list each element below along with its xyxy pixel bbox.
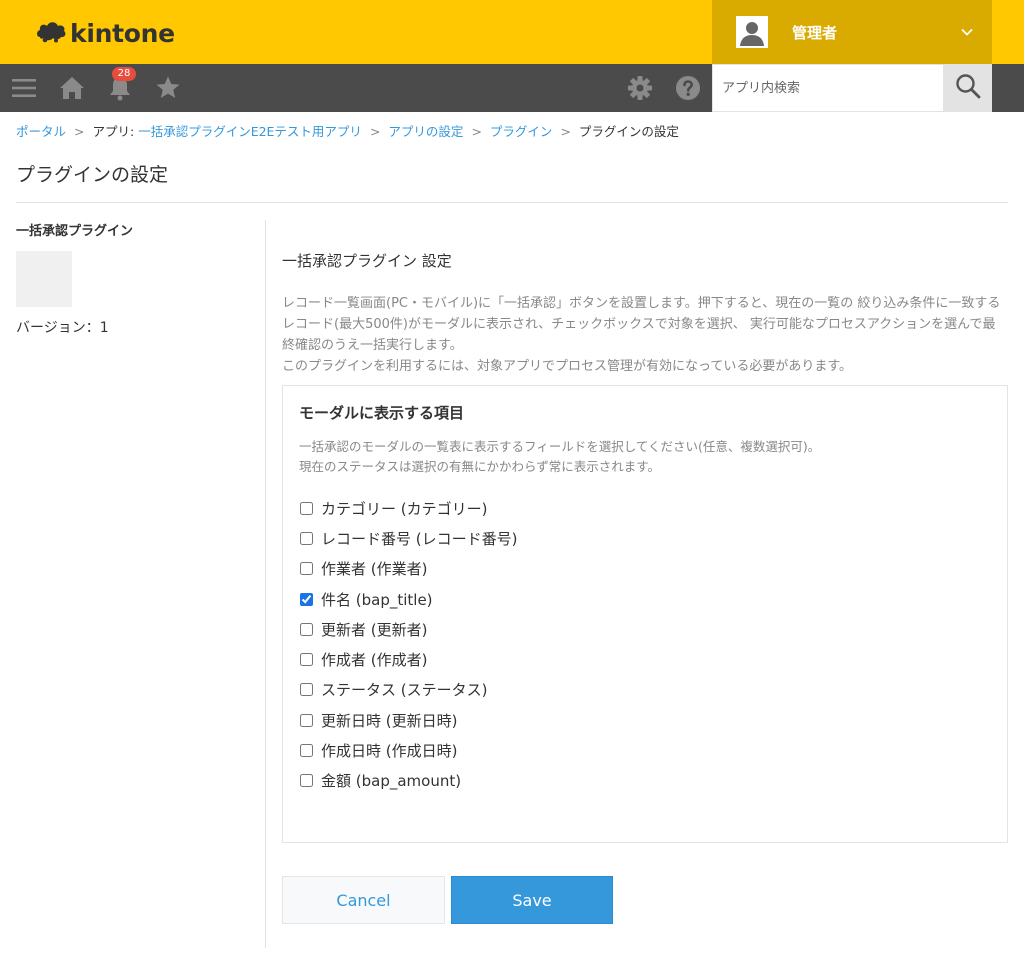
breadcrumb-separator: > [74,124,85,139]
field-label[interactable]: 作業者 (作業者) [321,558,427,579]
plugin-sidebar: 一括承認プラグイン バージョン：1 [16,220,256,337]
user-avatar-icon [736,16,768,48]
field-item: 金額 (bap_amount) [299,766,991,796]
action-buttons: Cancel Save [282,876,613,924]
field-item: レコード番号 (レコード番号) [299,523,991,553]
settings-description: レコード一覧画面(PC・モバイル)に「一括承認」ボタンを設置します。押下すると、… [282,293,1008,377]
search-button[interactable] [944,64,992,112]
save-button[interactable]: Save [451,876,613,924]
description-line: このプラグインを利用するには、対象アプリでプロセス管理が有効になっている必要があ… [282,359,853,374]
breadcrumb-separator: > [471,124,482,139]
menu-icon[interactable] [10,74,38,102]
field-item: 件名 (bap_title) [299,584,991,614]
field-checkbox[interactable] [300,501,313,515]
field-checkbox[interactable] [300,531,313,545]
field-item: 作業者 (作業者) [299,554,991,584]
panel-description: 一括承認のモーダルの一覧表に表示するフィールドを選択してください(任意、複数選択… [299,437,991,477]
field-checkbox[interactable] [300,653,313,667]
field-label[interactable]: 作成者 (作成者) [321,649,427,670]
field-checkbox[interactable] [300,592,313,606]
home-icon[interactable] [58,74,86,102]
field-item: 作成者 (作成者) [299,644,991,674]
header: kintone 管理者 [0,0,1024,64]
field-checkbox[interactable] [300,562,313,576]
sidebar-divider [265,220,266,948]
breadcrumb-separator: > [369,124,381,139]
panel-description-line: 一括承認のモーダルの一覧表に表示するフィールドを選択してください(任意、複数選択… [299,439,821,454]
cancel-button[interactable]: Cancel [282,876,445,924]
search-icon [955,73,981,103]
page-title: プラグインの設定 [16,164,169,186]
field-label[interactable]: 更新日時 (更新日時) [321,710,457,731]
field-label[interactable]: カテゴリー (カテゴリー) [321,498,487,519]
notification-badge: 28 [112,67,136,81]
field-label[interactable]: ステータス (ステータス) [321,679,487,700]
display-fields-panel: モーダルに表示する項目 一括承認のモーダルの一覧表に表示するフィールドを選択して… [282,385,1008,843]
gear-icon[interactable] [626,74,654,102]
field-checkbox[interactable] [300,683,313,697]
panel-description-line: 現在のステータスは選択の有無にかかわらず常に表示されます。 [299,459,661,474]
field-label[interactable]: 件名 (bap_title) [321,589,433,610]
field-item: 作成日時 (作成日時) [299,735,991,765]
logo-text: kintone [70,18,175,48]
breadcrumb-portal[interactable]: ポータル [16,124,66,139]
help-icon[interactable] [674,74,702,102]
kintone-logo-icon [36,18,66,48]
user-menu[interactable]: 管理者 [712,0,992,64]
title-divider [16,202,1008,203]
search-box [712,64,944,112]
chevron-down-icon [960,24,974,43]
field-checkbox-list: カテゴリー (カテゴリー) レコード番号 (レコード番号) 作業者 (作業者) … [299,493,991,796]
field-item: 更新者 (更新者) [299,614,991,644]
breadcrumb-current: プラグインの設定 [578,124,679,139]
user-name: 管理者 [792,24,838,42]
plugin-version: バージョン：1 [16,320,109,336]
field-item: カテゴリー (カテゴリー) [299,493,991,523]
breadcrumb-app-prefix: アプリ: [92,124,139,139]
field-label[interactable]: 更新者 (更新者) [321,619,427,640]
field-item: ステータス (ステータス) [299,675,991,705]
panel-title: モーダルに表示する項目 [299,404,465,422]
settings-title: 一括承認プラグイン 設定 [282,252,452,270]
description-line: レコード一覧画面(PC・モバイル)に「一括承認」ボタンを設置します。押下すると、… [282,296,1001,353]
field-item: 更新日時 (更新日時) [299,705,991,735]
search-input[interactable] [713,65,943,111]
breadcrumb-app-settings[interactable]: アプリの設定 [388,124,463,139]
field-checkbox[interactable] [300,713,313,727]
field-checkbox[interactable] [300,744,313,758]
field-label[interactable]: 作成日時 (作成日時) [321,740,457,761]
breadcrumb: ポータル > アプリ: 一括承認プラグインE2Eテスト用アプリ > アプリの設定 > プラグ… [16,121,679,140]
breadcrumb-plugins[interactable]: プラグイン [490,124,553,139]
field-label[interactable]: レコード番号 (レコード番号) [321,528,517,549]
kintone-logo[interactable]: kintone [36,18,175,48]
plugin-name: 一括承認プラグイン [16,224,134,239]
breadcrumb-separator: > [560,124,571,139]
plugin-settings-main: 一括承認プラグイン 設定 レコード一覧画面(PC・モバイル)に「一括承認」ボタン… [282,220,1008,843]
field-label[interactable]: 金額 (bap_amount) [321,770,461,791]
breadcrumb-app[interactable]: 一括承認プラグインE2Eテスト用アプリ [138,124,362,139]
plugin-image [16,251,72,307]
field-checkbox[interactable] [300,774,313,788]
star-icon[interactable] [154,74,182,102]
field-checkbox[interactable] [300,622,313,636]
